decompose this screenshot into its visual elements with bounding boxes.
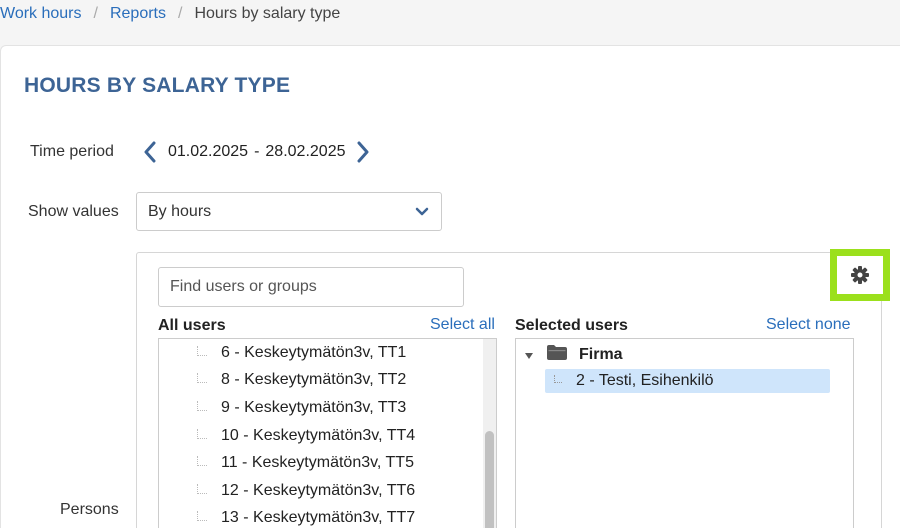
group-label: Firma <box>579 346 623 363</box>
selected-users-list[interactable]: Firma 2 - Testi, Esihenkilö <box>515 338 854 528</box>
date-range: 01.02.2025 - 28.02.2025 <box>168 143 345 161</box>
tree-branch <box>197 484 207 494</box>
breadcrumb-work-hours[interactable]: Work hours <box>0 5 82 23</box>
all-users-header: All users <box>158 317 226 334</box>
breadcrumb-separator: / <box>178 5 183 22</box>
chevron-down-icon <box>415 204 429 222</box>
list-item[interactable]: 6 - Keskeytymätön3v, TT1 <box>159 340 406 366</box>
chevron-left-icon[interactable] <box>142 140 158 164</box>
list-item[interactable]: 11 - Keskeytymätön3v, TT5 <box>159 450 414 476</box>
period-end: 28.02.2025 <box>265 143 346 160</box>
select-none-link[interactable]: Select none <box>766 316 851 334</box>
select-all-link[interactable]: Select all <box>430 316 495 334</box>
list-item[interactable]: 10 - Keskeytymätön3v, TT4 <box>159 423 415 449</box>
all-users-scrollbar[interactable] <box>483 339 496 528</box>
period-dash: - <box>254 143 260 160</box>
selected-user-item[interactable]: 2 - Testi, Esihenkilö <box>545 369 830 393</box>
show-values-select[interactable]: By hours <box>136 192 442 231</box>
settings-button[interactable] <box>830 249 890 301</box>
breadcrumb-current: Hours by salary type <box>194 5 341 22</box>
selected-users-header: Selected users <box>515 317 628 334</box>
breadcrumb-separator: / <box>93 5 98 22</box>
breadcrumb: Work hours / Reports / Hours by salary t… <box>0 0 340 28</box>
gear-icon <box>851 266 869 284</box>
period-start: 01.02.2025 <box>168 143 249 160</box>
tree-branch <box>197 346 207 356</box>
tree-branch <box>197 373 207 383</box>
all-users-list[interactable]: 6 - Keskeytymätön3v, TT1 8 - Keskeytymät… <box>158 338 497 528</box>
search-input[interactable] <box>158 267 464 307</box>
list-item[interactable]: 12 - Keskeytymätön3v, TT6 <box>159 478 415 504</box>
breadcrumb-reports[interactable]: Reports <box>110 5 166 23</box>
caret-down-icon[interactable] <box>525 346 533 364</box>
tree-branch <box>197 456 207 466</box>
scrollbar-thumb[interactable] <box>485 431 494 528</box>
list-item[interactable]: 8 - Keskeytymätön3v, TT2 <box>159 367 406 393</box>
show-values-selected: By hours <box>148 202 212 220</box>
tree-branch <box>554 375 562 383</box>
tree-branch <box>197 511 207 521</box>
page-title: HOURS BY SALARY TYPE <box>24 74 291 97</box>
time-period-label: Time period <box>30 143 114 160</box>
show-values-label: Show values <box>28 203 119 220</box>
list-item[interactable]: 9 - Keskeytymätön3v, TT3 <box>159 395 406 421</box>
tree-branch <box>197 429 207 439</box>
group-row-firma[interactable]: Firma <box>516 342 623 368</box>
list-item[interactable]: 13 - Keskeytymätön3v, TT7 <box>159 505 415 528</box>
persons-label: Persons <box>60 501 119 518</box>
folder-icon <box>547 345 567 365</box>
tree-branch <box>197 401 207 411</box>
time-period-selector: 01.02.2025 - 28.02.2025 <box>142 138 371 166</box>
chevron-right-icon[interactable] <box>355 140 371 164</box>
